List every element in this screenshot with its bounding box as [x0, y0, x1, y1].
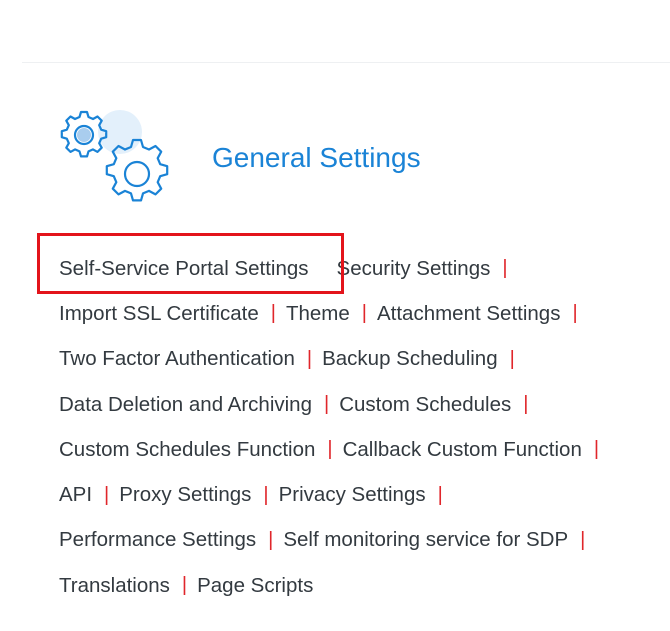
link-custom-schedules[interactable]: Custom Schedules [339, 393, 511, 417]
separator: | [268, 528, 274, 551]
link-import-ssl-certificate[interactable]: Import SSL Certificate [59, 302, 259, 326]
separator: | [327, 438, 333, 461]
link-two-factor-authentication[interactable]: Two Factor Authentication [59, 347, 295, 371]
settings-link-row: API | Proxy Settings | Privacy Settings | [59, 472, 659, 517]
separator: | [181, 574, 188, 597]
link-self-monitoring-service-for-sdp[interactable]: Self monitoring service for SDP [283, 528, 568, 552]
highlight-box [37, 233, 344, 294]
settings-link-row: Data Deletion and Archiving | Custom Sched… [59, 382, 659, 427]
settings-link-row: Translations | Page Scripts [59, 563, 659, 608]
separator: | [270, 302, 276, 325]
separator: | [509, 347, 515, 370]
settings-link-row: Performance Settings | Self monitoring ser… [59, 518, 659, 563]
header-divider [22, 62, 670, 63]
link-translations[interactable]: Translations [59, 574, 170, 598]
link-performance-settings[interactable]: Performance Settings [59, 528, 256, 552]
separator: | [437, 483, 443, 506]
separator: | [263, 483, 269, 506]
link-theme[interactable]: Theme [286, 302, 350, 326]
separator: | [306, 347, 313, 370]
link-backup-scheduling[interactable]: Backup Scheduling [322, 347, 498, 371]
separator: | [580, 528, 586, 551]
page-title: General Settings [212, 142, 421, 173]
link-proxy-settings[interactable]: Proxy Settings [119, 483, 251, 507]
link-data-deletion-and-archiving[interactable]: Data Deletion and Archiving [59, 393, 312, 417]
link-page-scripts[interactable]: Page Scripts [197, 574, 313, 598]
separator: | [361, 302, 367, 325]
settings-header: General Settings [54, 104, 474, 214]
separator: | [324, 393, 330, 416]
link-privacy-settings[interactable]: Privacy Settings [279, 483, 426, 507]
gears-icon [60, 110, 169, 202]
settings-link-row: Import SSL Certificate | Theme | Attachment … [59, 291, 659, 336]
link-custom-schedules-function[interactable]: Custom Schedules Function [59, 438, 315, 462]
link-api[interactable]: API [59, 483, 92, 507]
link-attachment-settings[interactable]: Attachment Settings [377, 302, 560, 326]
separator: | [572, 302, 578, 325]
link-callback-custom-function[interactable]: Callback Custom Function [343, 438, 582, 462]
separator: | [502, 257, 508, 280]
separator: | [523, 393, 529, 416]
separator: | [104, 483, 110, 506]
separator: | [593, 438, 600, 461]
settings-link-row: Custom Schedules Function | Callback Custo… [59, 427, 659, 472]
link-security-settings[interactable]: Security Settings [337, 257, 491, 281]
settings-links: Self-Service Portal Settings Security Set… [59, 246, 659, 608]
settings-link-row: Two Factor Authentication | Backup Schedul… [59, 337, 659, 382]
